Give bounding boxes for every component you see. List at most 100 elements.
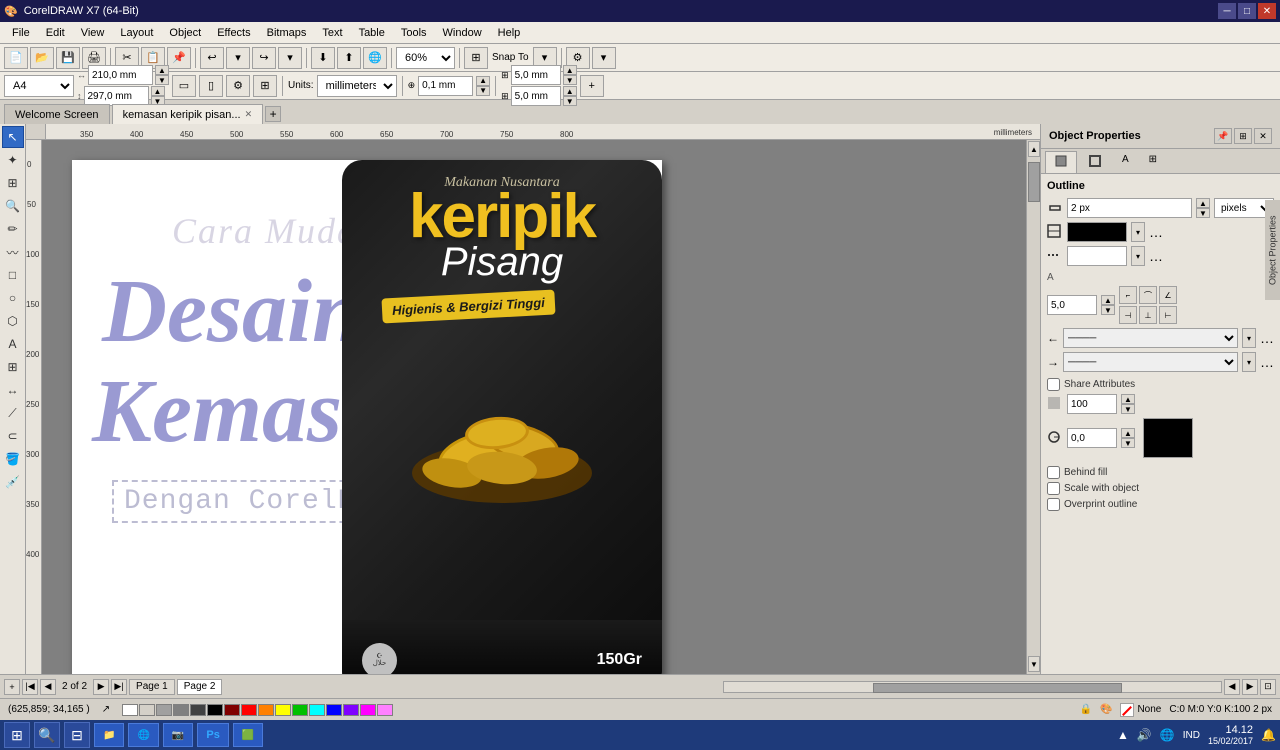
outline-size-down[interactable]: ▼ (1196, 208, 1210, 218)
nudge-up[interactable]: ▲ (476, 76, 490, 86)
paste-button[interactable]: 📌 (167, 47, 191, 69)
hscroll-left[interactable]: ◀ (1224, 679, 1240, 695)
menu-file[interactable]: File (4, 25, 38, 41)
portrait-btn[interactable]: ▭ (172, 75, 196, 97)
width-input[interactable] (88, 65, 153, 85)
next-page-button[interactable]: ▶ (93, 679, 109, 695)
arrow-start-more[interactable]: … (1260, 330, 1274, 346)
canvas-content[interactable]: Cara Mudah Desain Kemasan Dengan CorelDr… (42, 140, 1040, 674)
last-page-button[interactable]: ▶| (111, 679, 127, 695)
corner-round-btn[interactable]: ⌒ (1139, 286, 1157, 304)
menu-text[interactable]: Text (314, 25, 350, 41)
height-input[interactable] (84, 86, 149, 106)
swatch-yellow[interactable] (275, 704, 291, 716)
blend-tool[interactable]: ⊂ (2, 425, 24, 447)
swatch-gray-light[interactable] (139, 704, 155, 716)
paper-size-dropdown[interactable]: A4A3Letter (4, 75, 74, 97)
page-settings-btn[interactable]: ⚙ (226, 75, 250, 97)
fill-tool[interactable]: 🪣 (2, 448, 24, 470)
import-button[interactable]: ⬇ (311, 47, 335, 69)
scale-object-checkbox[interactable] (1047, 482, 1060, 495)
menu-effects[interactable]: Effects (209, 25, 258, 41)
grid-y-input[interactable] (511, 86, 561, 106)
taskview-button[interactable]: ⊟ (64, 722, 90, 748)
angle-down[interactable]: ▼ (1101, 305, 1115, 315)
hscroll-right[interactable]: ▶ (1242, 679, 1258, 695)
swatch-magenta[interactable] (360, 704, 376, 716)
zoom-tool[interactable]: 🔍 (2, 195, 24, 217)
notification-icon[interactable]: 🔔 (1261, 728, 1276, 742)
menu-table[interactable]: Table (351, 25, 393, 41)
outline-style-picker[interactable] (1067, 246, 1127, 266)
obj-prop-side-tab[interactable]: Object Properties (1265, 200, 1280, 300)
vertical-scrollbar[interactable]: ▲ ▼ (1026, 140, 1040, 674)
menu-view[interactable]: View (73, 25, 113, 41)
undo-button[interactable]: ↩ (200, 47, 224, 69)
taskbar-chrome[interactable]: 🌐 (128, 723, 158, 747)
nudge-down[interactable]: ▼ (476, 86, 490, 96)
swatch-purple[interactable] (343, 704, 359, 716)
swatch-gray[interactable] (156, 704, 172, 716)
tray-up-icon[interactable]: ▲ (1117, 728, 1129, 742)
swatch-black[interactable] (207, 704, 223, 716)
prev-page-button[interactable]: ◀ (40, 679, 56, 695)
select-tool[interactable]: ↖ (2, 126, 24, 148)
horizontal-scrollbar[interactable] (723, 681, 1222, 693)
line-mid-btn[interactable]: ⊥ (1139, 306, 1157, 324)
start-button[interactable]: ⊞ (4, 722, 30, 748)
page2-tab[interactable]: Page 2 (177, 679, 223, 695)
smart-draw-tool[interactable]: 〰 (2, 241, 24, 263)
menu-object[interactable]: Object (161, 25, 209, 41)
new-button[interactable]: 📄 (4, 47, 28, 69)
panel-float-button[interactable]: ⊞ (1234, 128, 1252, 144)
grid-x-input[interactable] (511, 65, 561, 85)
undo-list-button[interactable]: ▾ (226, 47, 250, 69)
units-dropdown[interactable]: millimetersinchespixels (317, 75, 397, 97)
menu-layout[interactable]: Layout (112, 25, 161, 41)
corner-miter-btn[interactable]: ⌐ (1119, 286, 1137, 304)
swatch-cyan[interactable] (309, 704, 325, 716)
zoom-fit-button[interactable]: ⊡ (1260, 679, 1276, 695)
maximize-button[interactable]: □ (1238, 3, 1256, 19)
new-tab-button[interactable]: + (265, 106, 281, 122)
page1-tab[interactable]: Page 1 (129, 679, 175, 695)
nudge-input[interactable] (418, 76, 473, 96)
opacity-input[interactable] (1067, 394, 1117, 414)
swatch-pink[interactable] (377, 704, 393, 716)
bleed-btn[interactable]: ⊞ (253, 75, 277, 97)
line-start-btn[interactable]: ⊣ (1119, 306, 1137, 324)
connector-tool[interactable]: ⟋ (2, 402, 24, 424)
menu-help[interactable]: Help (490, 25, 529, 41)
swatch-gray-mid[interactable] (173, 704, 189, 716)
stroke-angle-input[interactable] (1067, 428, 1117, 448)
outline-style-dropdown[interactable]: ▾ (1131, 246, 1145, 266)
taskbar-green[interactable]: 🟩 (233, 723, 263, 747)
minimize-button[interactable]: ─ (1218, 3, 1236, 19)
arrow-end-select[interactable]: ──── (1063, 352, 1238, 372)
snap-to-button[interactable]: ⊞ (464, 47, 488, 69)
outline-angle-input[interactable] (1047, 295, 1097, 315)
grid-y-down[interactable]: ▼ (563, 96, 577, 106)
open-button[interactable]: 📂 (30, 47, 54, 69)
menu-bitmaps[interactable]: Bitmaps (259, 25, 315, 41)
view-dropdown[interactable]: ▾ (592, 47, 616, 69)
freehand-tool[interactable]: ✏ (2, 218, 24, 240)
opacity-up[interactable]: ▲ (1121, 394, 1135, 404)
height-up[interactable]: ▲ (151, 86, 165, 96)
speaker-icon[interactable]: 🔊 (1137, 728, 1152, 742)
tab-kemasan[interactable]: kemasan keripik pisan... ✕ (112, 104, 264, 124)
tab-welcome[interactable]: Welcome Screen (4, 104, 110, 124)
redo-button[interactable]: ↪ (252, 47, 276, 69)
taskbar-explorer[interactable]: 📁 (94, 723, 124, 747)
corner-bevel-btn[interactable]: ∠ (1159, 286, 1177, 304)
export-button[interactable]: ⬆ (337, 47, 361, 69)
outline-size-up[interactable]: ▲ (1196, 198, 1210, 208)
arrow-start-select[interactable]: ──── (1063, 328, 1238, 348)
text-tool[interactable]: A (2, 333, 24, 355)
tab-close-icon[interactable]: ✕ (245, 109, 253, 120)
stroke-color-preview[interactable] (1143, 418, 1193, 458)
redo-list-button[interactable]: ▾ (278, 47, 302, 69)
publish-button[interactable]: 🌐 (363, 47, 387, 69)
swatch-orange[interactable] (258, 704, 274, 716)
outline-size-input[interactable] (1067, 198, 1192, 218)
